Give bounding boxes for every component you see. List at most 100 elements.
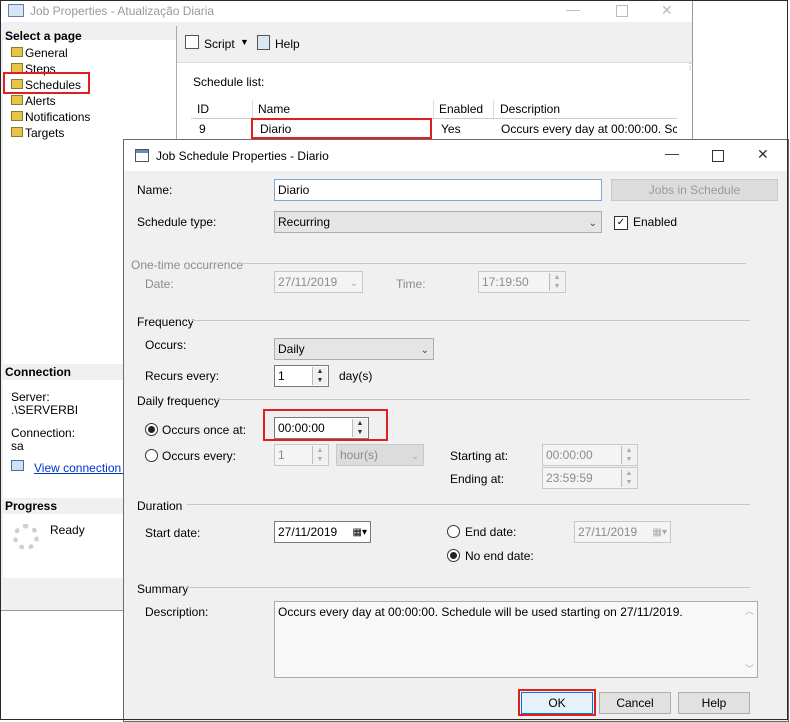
- starting-at-spinner[interactable]: 00:00:00 ▲ ▼: [542, 444, 638, 466]
- spinner-arrows-icon[interactable]: ▲ ▼: [312, 367, 327, 385]
- progress-header: Progress: [5, 499, 58, 513]
- end-date-label: End date:: [465, 525, 517, 539]
- starting-at-label: Starting at:: [450, 449, 509, 463]
- dialog-maximize-icon[interactable]: [712, 150, 724, 162]
- one-time-date-label: Date:: [145, 277, 174, 291]
- dialog-minimize-icon[interactable]: —: [665, 145, 679, 161]
- grid-header-enabled: Enabled: [439, 102, 484, 116]
- frequency-divider: [192, 320, 750, 321]
- description-textarea[interactable]: Occurs every day at 00:00:00. Schedule w…: [274, 601, 758, 678]
- close-icon[interactable]: ✕: [661, 2, 673, 19]
- script-icon: [185, 35, 199, 49]
- occurs-every-value: 1: [278, 448, 285, 462]
- highlighted-ok-button[interactable]: [518, 689, 596, 716]
- spinner-arrows-icon[interactable]: ▲ ▼: [621, 446, 636, 464]
- start-date-value: 27/11/2019: [278, 525, 338, 539]
- toolbar: Script ▼ Help: [177, 26, 692, 63]
- name-input[interactable]: Diario: [274, 179, 602, 201]
- grid-header-name: Name: [258, 102, 291, 116]
- one-time-divider: [235, 263, 746, 264]
- progress-status: Ready: [50, 523, 85, 537]
- end-date-radio[interactable]: [447, 525, 460, 538]
- ending-at-spinner[interactable]: 23:59:59 ▲ ▼: [542, 467, 638, 489]
- duration-divider: [187, 504, 750, 505]
- page-targets[interactable]: Targets: [25, 126, 64, 140]
- grid-cell-name[interactable]: Diario: [260, 122, 291, 136]
- server-label: Server:: [11, 390, 50, 404]
- help-button[interactable]: Help: [275, 37, 300, 51]
- page-notifications[interactable]: Notifications: [25, 110, 90, 124]
- grid-header-id: ID: [197, 102, 209, 116]
- page-general[interactable]: General: [25, 46, 68, 60]
- schedule-type-select[interactable]: Recurring ⌄: [274, 211, 602, 233]
- spinner-arrows-icon[interactable]: ▲ ▼: [549, 273, 564, 291]
- one-time-time-label: Time:: [396, 277, 426, 291]
- grid-header-description: Description: [500, 102, 561, 116]
- highlighted-schedules-item[interactable]: [3, 72, 90, 94]
- scroll-up-icon[interactable]: ︿: [745, 604, 754, 617]
- spinner-arrows-icon[interactable]: ▲ ▼: [312, 446, 327, 464]
- enabled-checkbox[interactable]: ✓: [614, 216, 628, 230]
- cancel-button[interactable]: Cancel: [599, 692, 671, 714]
- no-end-date-radio[interactable]: [447, 549, 460, 562]
- daily-frequency-header: Daily frequency: [137, 394, 220, 408]
- occurs-select[interactable]: Daily ⌄: [274, 338, 434, 360]
- job-properties-title: Job Properties - Atualização Diaria: [30, 4, 215, 18]
- recurs-unit: day(s): [339, 369, 373, 383]
- duration-header: Duration: [137, 499, 183, 513]
- connection-value: sa: [11, 439, 24, 453]
- help-icon: [257, 35, 270, 50]
- occurs-once-radio[interactable]: [145, 423, 158, 436]
- dialog-title: Job Schedule Properties - Diario: [156, 149, 329, 163]
- page-icon: [11, 111, 23, 121]
- job-schedule-dialog: Job Schedule Properties - Diario — ✕ Nam…: [123, 139, 789, 722]
- one-time-date-value: 27/11/2019: [278, 275, 338, 289]
- script-button[interactable]: Script: [204, 37, 235, 51]
- one-time-time-value: 17:19:50: [482, 275, 529, 289]
- help-dialog-button[interactable]: Help: [678, 692, 750, 714]
- no-end-date-label: No end date:: [465, 549, 534, 563]
- recurs-every-label: Recurs every:: [145, 369, 220, 383]
- minimize-icon[interactable]: —: [566, 1, 580, 17]
- enabled-label: Enabled: [633, 215, 678, 229]
- chevron-down-icon: ⌄: [588, 218, 597, 229]
- summary-header: Summary: [137, 582, 189, 596]
- end-date-value: 27/11/2019: [578, 525, 638, 539]
- schedule-list-label: Schedule list:: [193, 75, 265, 89]
- scroll-down-icon[interactable]: ﹀: [745, 662, 754, 675]
- end-date-picker[interactable]: 27/11/2019 ▦▾: [574, 521, 671, 543]
- start-date-picker[interactable]: 27/11/2019 ▦▾: [274, 521, 371, 543]
- spinner-arrows-icon[interactable]: ▲ ▼: [621, 469, 636, 487]
- grid-cell-id[interactable]: 9: [199, 122, 206, 136]
- description-label: Description:: [145, 605, 209, 619]
- frequency-header: Frequency: [137, 315, 194, 329]
- select-page-header: Select a page: [5, 29, 82, 43]
- dialog-close-icon[interactable]: ✕: [757, 146, 769, 163]
- occurs-every-spinner[interactable]: 1 ▲ ▼: [274, 444, 329, 466]
- one-time-time-spinner[interactable]: 17:19:50 ▲ ▼: [478, 271, 566, 293]
- recurs-every-spinner[interactable]: 1 ▲ ▼: [274, 365, 329, 387]
- occurs-every-radio[interactable]: [145, 449, 158, 462]
- highlighted-occurs-once-time[interactable]: [263, 409, 388, 441]
- grid-cell-enabled[interactable]: Yes: [441, 122, 461, 136]
- page-icon: [11, 47, 23, 57]
- jobs-in-schedule-button[interactable]: Jobs in Schedule: [611, 179, 778, 201]
- occurs-every-label: Occurs every:: [162, 449, 237, 463]
- page-icon: [11, 127, 23, 137]
- one-time-date-picker[interactable]: 27/11/2019 ⌄: [274, 271, 363, 293]
- occurs-every-unit-select[interactable]: hour(s) ⌄: [336, 444, 424, 466]
- cancel-label: Cancel: [616, 696, 654, 710]
- calendar-icon: [135, 149, 149, 162]
- script-dropdown-arrow-icon[interactable]: ▼: [240, 37, 249, 47]
- schedule-type-label: Schedule type:: [137, 215, 217, 229]
- calendar-dropdown-icon[interactable]: ▦▾: [653, 525, 667, 541]
- calendar-dropdown-icon[interactable]: ▦▾: [353, 525, 367, 541]
- grid-cell-description[interactable]: Occurs every day at 00:00:00. Sched: [501, 122, 677, 136]
- occurs-value: Daily: [278, 342, 305, 356]
- progress-spinner-icon: [13, 524, 39, 550]
- daily-frequency-divider: [217, 399, 750, 400]
- view-connection-link[interactable]: View connection pr: [34, 461, 135, 475]
- maximize-icon[interactable]: [616, 5, 628, 17]
- page-alerts[interactable]: Alerts: [25, 94, 56, 108]
- dialog-titlebar: Job Schedule Properties - Diario — ✕: [124, 140, 788, 171]
